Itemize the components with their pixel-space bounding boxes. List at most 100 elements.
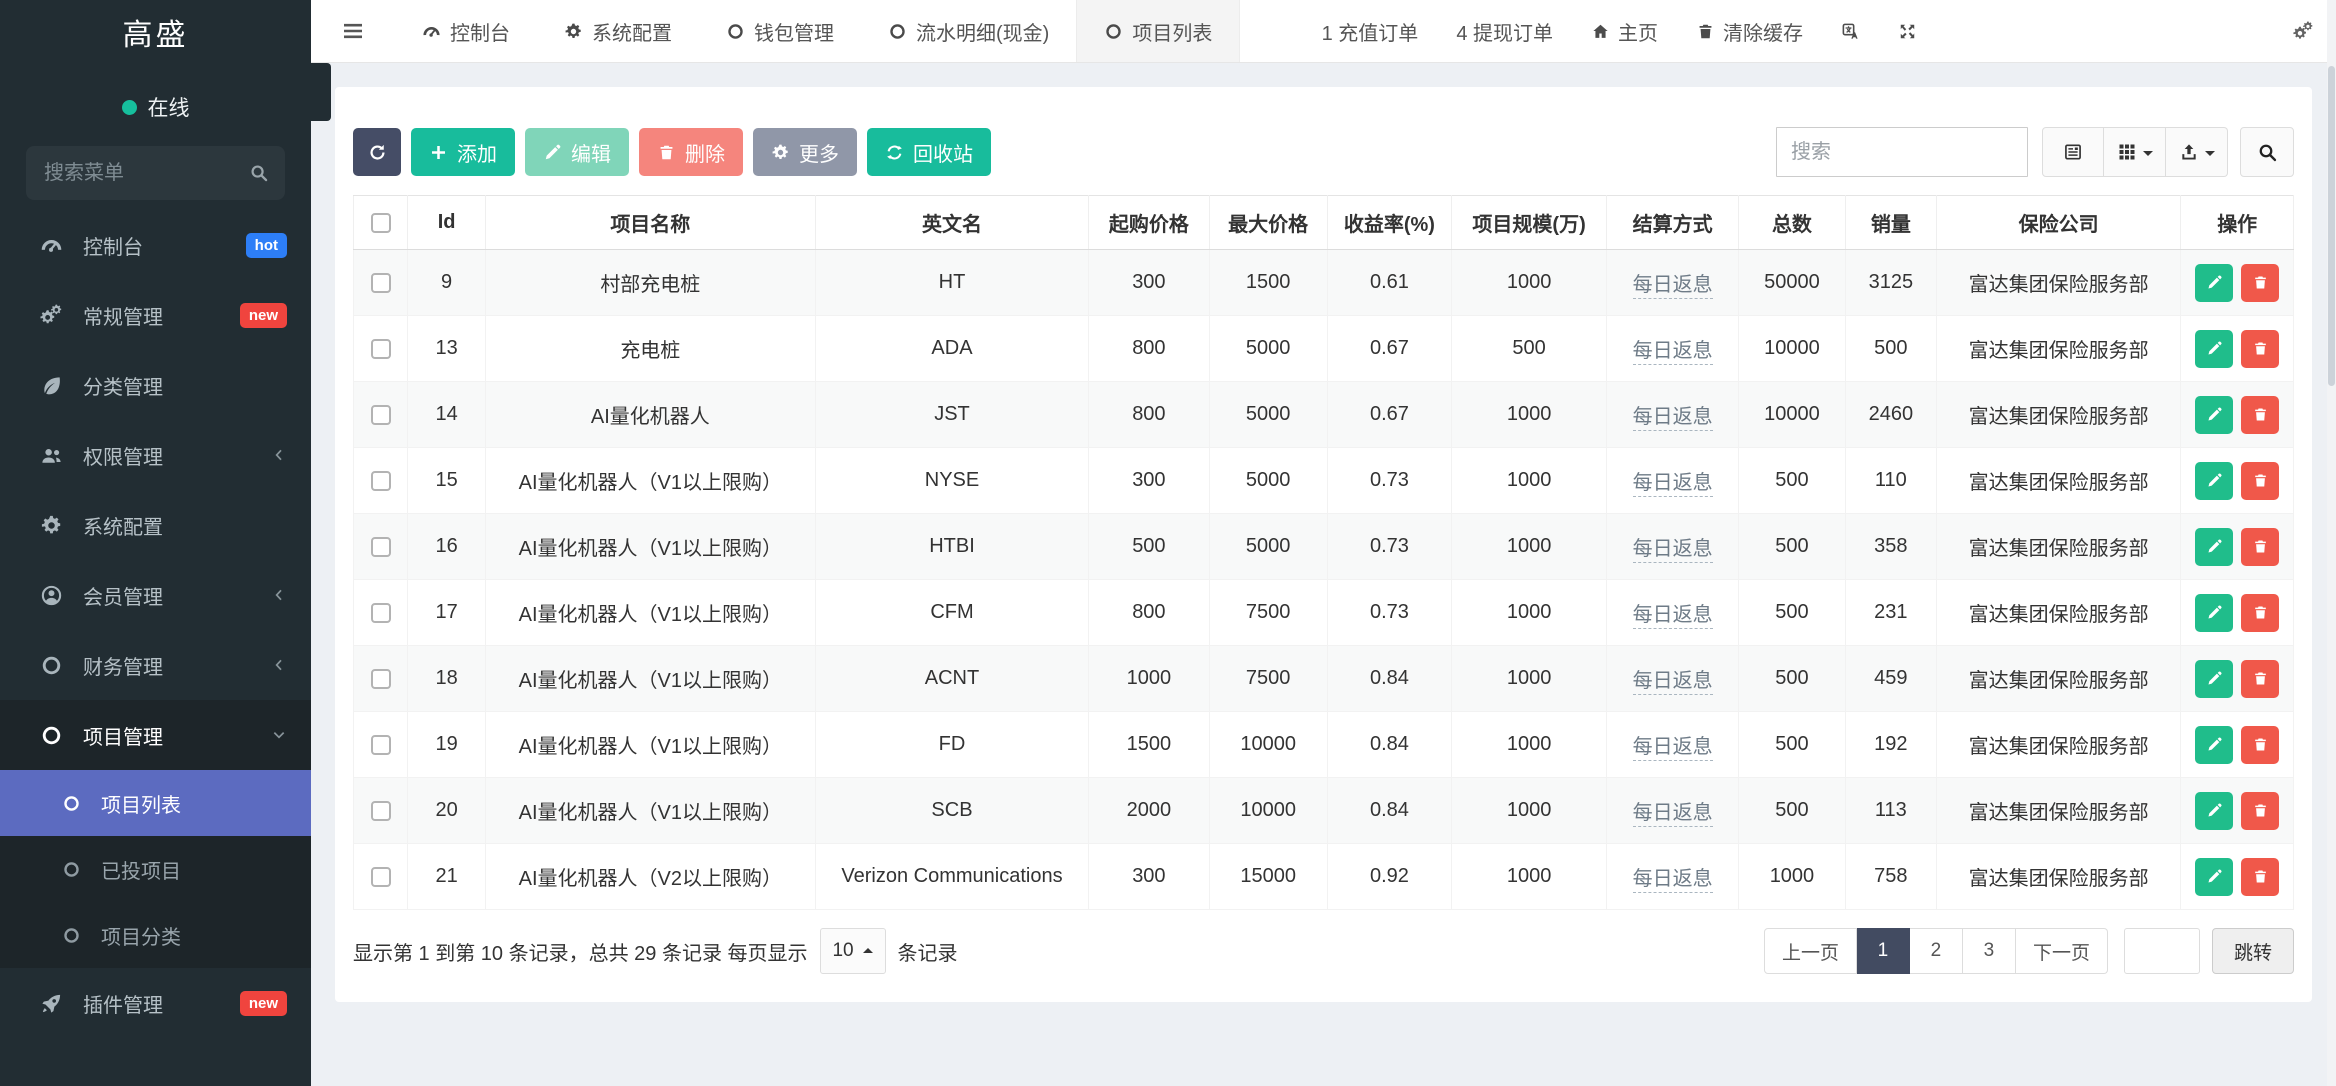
page-button-3[interactable]: 3 bbox=[1963, 928, 2016, 974]
row-edit-button[interactable] bbox=[2195, 330, 2233, 368]
row-edit-button[interactable] bbox=[2195, 528, 2233, 566]
hamburger-menu-icon[interactable] bbox=[311, 0, 395, 62]
row-delete-button[interactable] bbox=[2241, 330, 2279, 368]
scrollbar[interactable] bbox=[2327, 0, 2336, 1086]
settle-value[interactable]: 每日返息 bbox=[1633, 736, 1713, 761]
sidebar-item-plugin[interactable]: 插件管理new bbox=[0, 968, 311, 1038]
row-checkbox[interactable] bbox=[371, 603, 391, 623]
table-row[interactable]: 18AI量化机器人（V1以上限购）ACNT100075000.841000每日返… bbox=[354, 646, 2294, 712]
sidebar-item-system-config[interactable]: 系统配置 bbox=[0, 490, 311, 560]
table-row[interactable]: 13充电桩ADA80050000.67500每日返息10000500富达集团保险… bbox=[354, 316, 2294, 382]
tab-console[interactable]: 控制台 bbox=[395, 0, 537, 62]
row-delete-button[interactable] bbox=[2241, 792, 2279, 830]
row-select-cell bbox=[354, 382, 408, 448]
tab-cash-flow[interactable]: 流水明细(现金) bbox=[861, 0, 1076, 62]
settings-cogs-icon[interactable] bbox=[2293, 0, 2314, 63]
table-row[interactable]: 17AI量化机器人（V1以上限购）CFM80075000.731000每日返息5… bbox=[354, 580, 2294, 646]
row-delete-button[interactable] bbox=[2241, 858, 2279, 896]
row-checkbox[interactable] bbox=[371, 339, 391, 359]
gear-icon bbox=[771, 143, 790, 162]
page-size-dropdown[interactable]: 10 bbox=[820, 928, 886, 974]
prev-page-button[interactable]: 上一页 bbox=[1764, 928, 1857, 974]
sidebar-item-permission[interactable]: 权限管理 bbox=[0, 420, 311, 490]
topbar-item-recharge-orders[interactable]: 1 充值订单 bbox=[1303, 0, 1438, 62]
table-row[interactable]: 21AI量化机器人（V2以上限购）Verizon Communications3… bbox=[354, 844, 2294, 910]
sidebar-item-project[interactable]: 项目管理 bbox=[0, 700, 311, 770]
tab-wallet[interactable]: 钱包管理 bbox=[699, 0, 861, 62]
table-row[interactable]: 19AI量化机器人（V1以上限购）FD1500100000.841000每日返息… bbox=[354, 712, 2294, 778]
row-delete-button[interactable] bbox=[2241, 264, 2279, 302]
row-checkbox[interactable] bbox=[371, 669, 391, 689]
add-button[interactable]: 添加 bbox=[411, 128, 515, 176]
row-checkbox[interactable] bbox=[371, 801, 391, 821]
sidebar-item-member[interactable]: 会员管理 bbox=[0, 560, 311, 630]
row-edit-button[interactable] bbox=[2195, 462, 2233, 500]
detail-view-button[interactable] bbox=[2042, 127, 2104, 177]
table-row[interactable]: 20AI量化机器人（V1以上限购）SCB2000100000.841000每日返… bbox=[354, 778, 2294, 844]
refresh-button[interactable] bbox=[353, 128, 401, 176]
row-edit-button[interactable] bbox=[2195, 726, 2233, 764]
search-button[interactable] bbox=[2240, 127, 2294, 177]
settle-value[interactable]: 每日返息 bbox=[1633, 538, 1713, 563]
edit-button[interactable]: 编辑 bbox=[525, 128, 629, 176]
settle-value[interactable]: 每日返息 bbox=[1633, 604, 1713, 629]
row-delete-button[interactable] bbox=[2241, 660, 2279, 698]
settle-value[interactable]: 每日返息 bbox=[1633, 274, 1713, 299]
topbar-item-translate[interactable] bbox=[1822, 0, 1879, 62]
settle-value[interactable]: 每日返息 bbox=[1633, 340, 1713, 365]
next-page-button[interactable]: 下一页 bbox=[2016, 928, 2108, 974]
topbar-item-clear-cache[interactable]: 清除缓存 bbox=[1677, 0, 1822, 62]
settle-value[interactable]: 每日返息 bbox=[1633, 472, 1713, 497]
row-checkbox[interactable] bbox=[371, 867, 391, 887]
page-jump-input[interactable] bbox=[2124, 928, 2200, 974]
sidebar-item-console[interactable]: 控制台hot bbox=[0, 210, 311, 280]
sidebar-item-finance[interactable]: 财务管理 bbox=[0, 630, 311, 700]
page-button-1[interactable]: 1 bbox=[1857, 928, 1910, 974]
row-delete-button[interactable] bbox=[2241, 462, 2279, 500]
row-edit-button[interactable] bbox=[2195, 594, 2233, 632]
row-checkbox[interactable] bbox=[371, 735, 391, 755]
settle-value[interactable]: 每日返息 bbox=[1633, 406, 1713, 431]
row-delete-button[interactable] bbox=[2241, 594, 2279, 632]
sidebar-subitem-project-category[interactable]: 项目分类 bbox=[0, 902, 311, 968]
sidebar-subitem-project-list[interactable]: 项目列表 bbox=[0, 770, 311, 836]
row-checkbox[interactable] bbox=[371, 471, 391, 491]
settle-value[interactable]: 每日返息 bbox=[1633, 802, 1713, 827]
sidebar-search-input[interactable] bbox=[26, 146, 285, 200]
table-row[interactable]: 14AI量化机器人JST80050000.671000每日返息100002460… bbox=[354, 382, 2294, 448]
row-delete-button[interactable] bbox=[2241, 396, 2279, 434]
row-delete-button[interactable] bbox=[2241, 528, 2279, 566]
sidebar-item-general[interactable]: 常规管理new bbox=[0, 280, 311, 350]
row-edit-button[interactable] bbox=[2195, 264, 2233, 302]
more-button[interactable]: 更多 bbox=[753, 128, 857, 176]
table-row[interactable]: 9村部充电桩HT30015000.611000每日返息500003125富达集团… bbox=[354, 250, 2294, 316]
settle-value[interactable]: 每日返息 bbox=[1633, 670, 1713, 695]
row-edit-button[interactable] bbox=[2195, 792, 2233, 830]
topbar-item-homepage[interactable]: 主页 bbox=[1572, 0, 1677, 62]
sidebar-item-category[interactable]: 分类管理 bbox=[0, 350, 311, 420]
recycle-bin-button[interactable]: 回收站 bbox=[867, 128, 991, 176]
row-delete-button[interactable] bbox=[2241, 726, 2279, 764]
row-edit-button[interactable] bbox=[2195, 858, 2233, 896]
tab-project-list[interactable]: 项目列表 bbox=[1076, 0, 1240, 62]
columns-button[interactable] bbox=[2104, 127, 2166, 177]
row-checkbox[interactable] bbox=[371, 537, 391, 557]
sidebar-subitem-invested-projects[interactable]: 已投项目 bbox=[0, 836, 311, 902]
table-row[interactable]: 16AI量化机器人（V1以上限购）HTBI50050000.731000每日返息… bbox=[354, 514, 2294, 580]
page-jump-button[interactable]: 跳转 bbox=[2212, 928, 2294, 974]
topbar-item-fullscreen[interactable] bbox=[1879, 0, 1936, 62]
select-all-checkbox[interactable] bbox=[371, 213, 391, 233]
settle-value[interactable]: 每日返息 bbox=[1633, 868, 1713, 893]
row-checkbox[interactable] bbox=[371, 405, 391, 425]
row-edit-button[interactable] bbox=[2195, 396, 2233, 434]
tab-system-config[interactable]: 系统配置 bbox=[537, 0, 699, 62]
delete-button[interactable]: 删除 bbox=[639, 128, 743, 176]
table-search-input[interactable] bbox=[1776, 127, 2028, 177]
export-button[interactable] bbox=[2166, 127, 2228, 177]
page-button-2[interactable]: 2 bbox=[1910, 928, 1963, 974]
row-edit-button[interactable] bbox=[2195, 660, 2233, 698]
scrollbar-thumb[interactable] bbox=[2328, 66, 2335, 386]
row-checkbox[interactable] bbox=[371, 273, 391, 293]
topbar-item-withdraw-orders[interactable]: 4 提现订单 bbox=[1437, 0, 1572, 62]
table-row[interactable]: 15AI量化机器人（V1以上限购）NYSE30050000.731000每日返息… bbox=[354, 448, 2294, 514]
